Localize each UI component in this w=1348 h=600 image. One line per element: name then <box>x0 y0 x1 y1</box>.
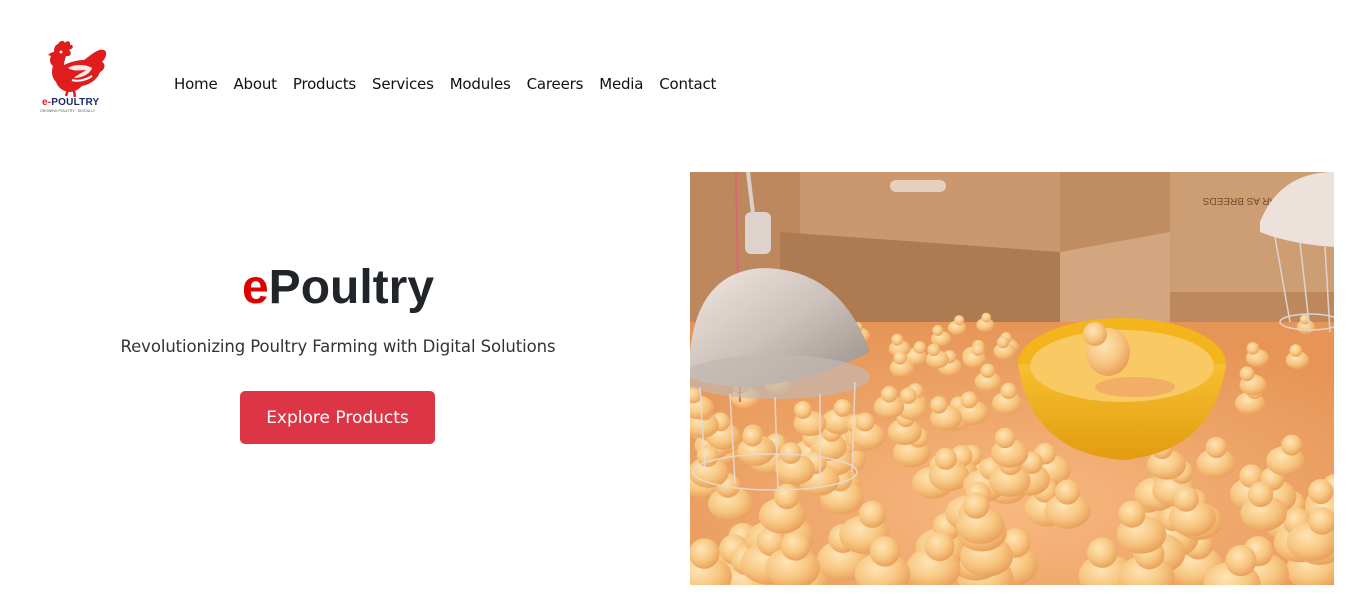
explore-products-button[interactable]: Explore Products <box>240 391 435 444</box>
nav-products[interactable]: Products <box>293 74 356 94</box>
hero-title-accent: e <box>241 261 269 314</box>
nav-services[interactable]: Services <box>372 74 434 94</box>
rooster-logo-icon <box>48 40 107 98</box>
nav-contact[interactable]: Contact <box>659 74 716 94</box>
page: e-POULTRY GROWING POULTRY · DIGITALLY Ho… <box>0 0 1348 600</box>
nav-careers[interactable]: Careers <box>527 74 584 94</box>
hero-subtitle: Revolutionizing Poultry Farming with Dig… <box>120 337 556 356</box>
logo-tagline: GROWING POULTRY · DIGITALLY <box>40 109 96 113</box>
logo-wordmark: e-POULTRY <box>42 97 100 108</box>
site-header: e-POULTRY GROWING POULTRY · DIGITALLY Ho… <box>0 0 1348 140</box>
chicks-photo-icon: REAR AS BREEDS <box>690 172 1334 585</box>
nav-about[interactable]: About <box>234 74 278 94</box>
nav-media[interactable]: Media <box>599 74 643 94</box>
brand-logo[interactable]: e-POULTRY GROWING POULTRY · DIGITALLY <box>38 38 110 116</box>
nav-modules[interactable]: Modules <box>450 74 511 94</box>
hero-title-rest: Poultry <box>268 261 435 314</box>
hero-title: ePoultry <box>0 258 676 318</box>
main-nav: Home About Products Services Modules Car… <box>174 74 732 94</box>
nav-home[interactable]: Home <box>174 74 218 94</box>
hero-image: REAR AS BREEDS <box>690 172 1334 585</box>
